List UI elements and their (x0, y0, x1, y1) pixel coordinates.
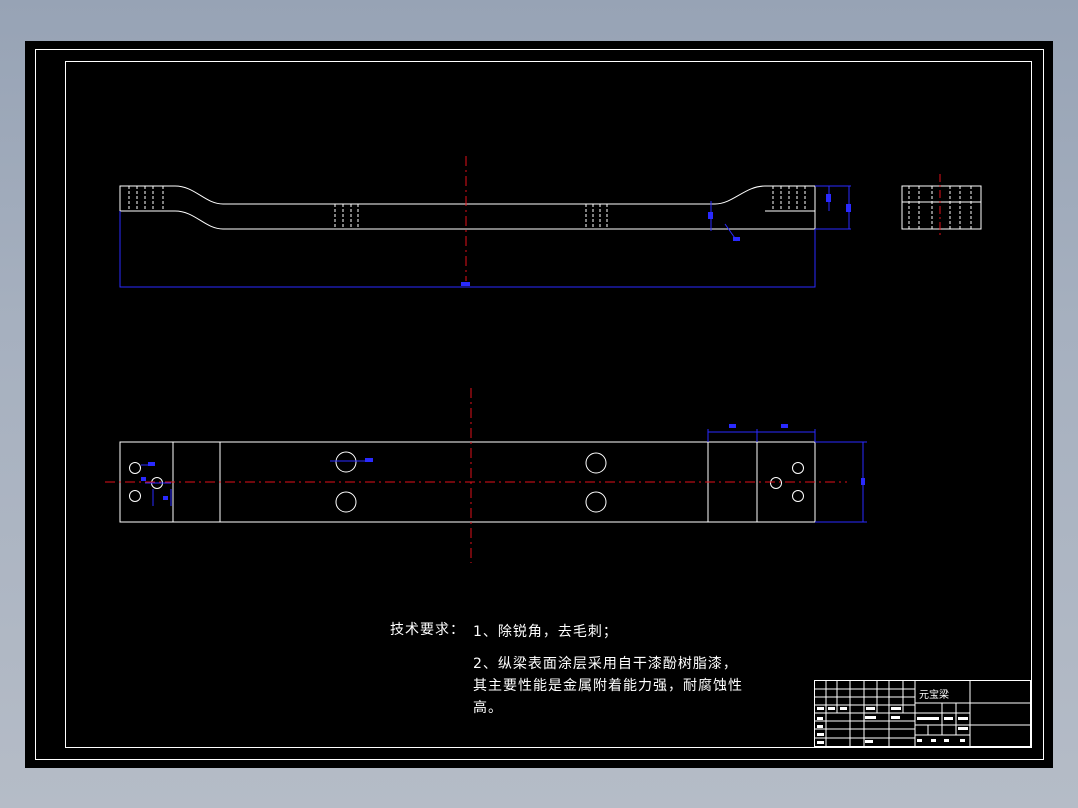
part-name: 元宝梁 (919, 690, 949, 701)
drawing-sheet: 技术要求： 1、除锐角，去毛刺； 2、纵梁表面涂层采用自干漆酚树脂漆， 其主要性… (25, 41, 1053, 768)
tech-requirement-2-line2: 其主要性能是金属附着能力强，耐腐蚀性 (473, 678, 743, 694)
top-view-dimensions (141, 424, 867, 523)
side-view (901, 185, 982, 230)
inner-frame (65, 61, 1032, 748)
tech-requirements-heading: 技术要求： (390, 622, 465, 638)
hidden-lines-right (772, 186, 806, 211)
tech-requirement-2-line3: 高。 (473, 700, 503, 716)
top-view-centerlines (105, 388, 847, 563)
tech-requirement-2-line1: 2、纵梁表面涂层采用自干漆酚树脂漆， (473, 656, 738, 672)
tech-requirement-1: 1、除锐角，去毛刺； (473, 624, 618, 640)
hidden-lines-mid (334, 204, 608, 229)
front-view-dimensions (119, 185, 851, 288)
hidden-lines-left (128, 186, 164, 211)
